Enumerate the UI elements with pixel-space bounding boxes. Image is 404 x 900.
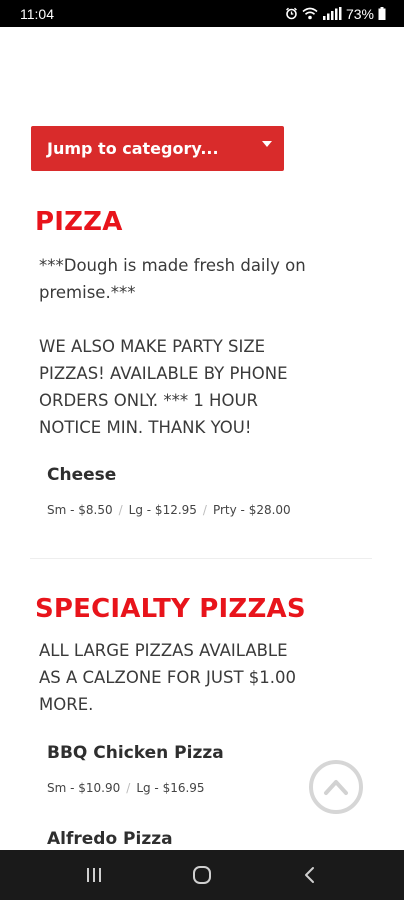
status-bar: 11:04 73%	[0, 0, 404, 27]
signal-icon	[322, 7, 342, 20]
jump-to-category-button[interactable]: Jump to category...	[31, 126, 284, 171]
desc-line: ORDERS ONLY. *** 1 HOUR	[39, 391, 258, 410]
alarm-icon	[286, 7, 297, 20]
section-description-specialty: ALL LARGE PIZZAS AVAILABLE AS A CALZONE …	[39, 637, 379, 718]
home-icon	[193, 866, 211, 884]
navigation-bar	[0, 850, 404, 900]
price-list-bbq-chicken: Sm - $10.90 / Lg - $16.95	[47, 781, 205, 795]
desc-line: PIZZAS! AVAILABLE BY PHONE	[39, 364, 288, 383]
desc-line: ***Dough is made fresh daily on	[39, 256, 306, 275]
chevron-up-icon	[324, 780, 348, 795]
back-icon	[305, 867, 314, 883]
battery-percent: 73%	[345, 5, 374, 22]
section-divider	[30, 558, 372, 559]
recent-apps-icon	[87, 868, 101, 882]
section-title-specialty-pizzas: SPECIALTY PIZZAS	[35, 594, 306, 624]
price-list-cheese: Sm - $8.50 / Lg - $12.95 / Prty - $28.00	[47, 503, 291, 517]
home-button[interactable]	[172, 855, 232, 895]
status-time: 11:04	[20, 5, 54, 22]
price: Sm - $10.90	[47, 781, 121, 795]
price: Lg - $12.95	[128, 503, 197, 517]
price: Prty - $28.00	[212, 503, 291, 517]
battery-icon	[378, 7, 386, 20]
price: Lg - $16.95	[136, 781, 205, 795]
caret-down-icon	[262, 141, 272, 147]
desc-line: NOTICE MIN. THANK YOU!	[39, 418, 252, 437]
price: Sm - $8.50	[47, 503, 113, 517]
menu-item-cheese[interactable]: Cheese	[47, 465, 116, 485]
price-separator: /	[118, 503, 123, 517]
menu-content[interactable]: Jump to category... PIZZA ***Dough is ma…	[0, 27, 404, 850]
price-separator: /	[202, 503, 207, 517]
back-button[interactable]	[280, 855, 340, 895]
jump-label: Jump to category...	[47, 139, 219, 158]
desc-line: MORE.	[39, 695, 94, 714]
menu-item-bbq-chicken-pizza[interactable]: BBQ Chicken Pizza	[47, 743, 224, 763]
desc-line: premise.***	[39, 283, 136, 302]
desc-line: WE ALSO MAKE PARTY SIZE	[39, 337, 266, 356]
section-title-pizza: PIZZA	[35, 207, 123, 237]
status-icons: 73%	[285, 6, 386, 22]
section-description-pizza: ***Dough is made fresh daily on premise.…	[39, 252, 379, 441]
scroll-to-top-button[interactable]	[309, 760, 363, 814]
desc-spacer	[39, 306, 379, 333]
recent-apps-button[interactable]	[64, 855, 124, 895]
menu-item-alfredo-pizza[interactable]: Alfredo Pizza	[47, 829, 173, 849]
desc-line: ALL LARGE PIZZAS AVAILABLE	[39, 641, 288, 660]
price-separator: /	[126, 781, 131, 795]
desc-line: AS A CALZONE FOR JUST $1.00	[39, 668, 297, 687]
wifi-icon	[302, 7, 318, 20]
